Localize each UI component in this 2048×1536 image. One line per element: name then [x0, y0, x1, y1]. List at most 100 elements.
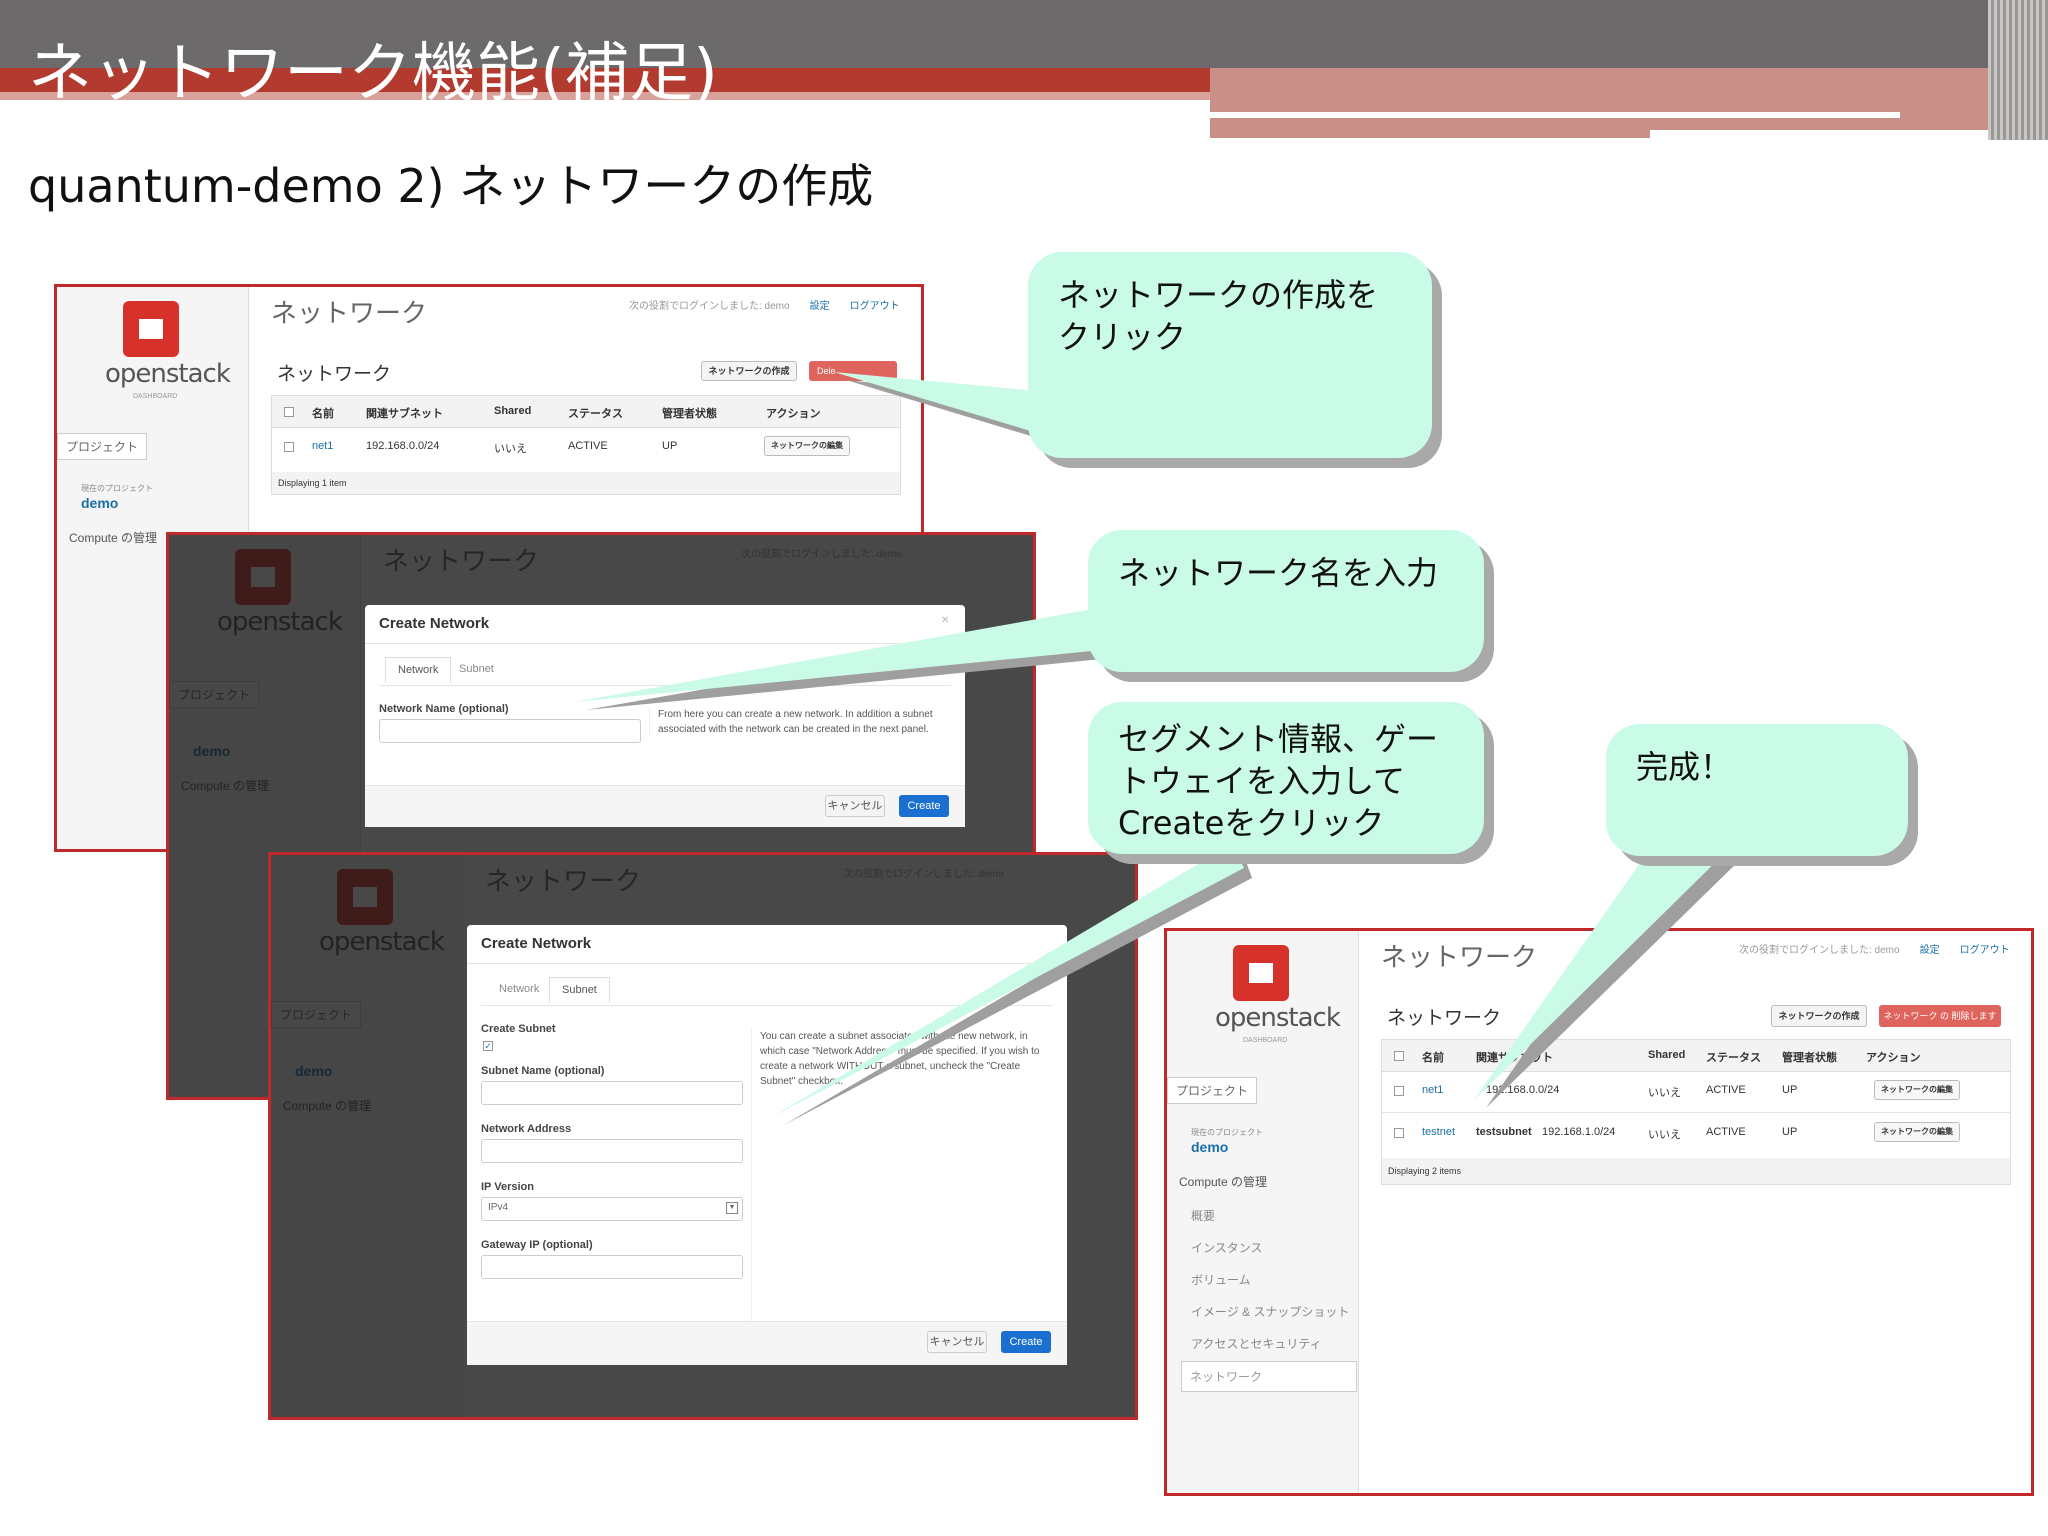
openstack-logo: openstack [1215, 1003, 1341, 1033]
col-status: ステータス [1706, 1052, 1761, 1064]
sidebar-item-overview[interactable]: 概要 [1191, 1207, 1215, 1224]
sidebar-item-access[interactable]: アクセスとセキュリティ [1191, 1335, 1322, 1352]
col-status: ステータス [568, 408, 623, 420]
tab-subnet[interactable]: Subnet [549, 977, 610, 1003]
logout-link[interactable]: ログアウト [1960, 945, 2010, 956]
header-stripes [1988, 0, 2048, 140]
row-name[interactable]: net1 [312, 440, 333, 452]
section-title: ネットワーク [1387, 1008, 1502, 1029]
tab-network[interactable]: Network [385, 657, 452, 683]
row-admin: UP [1782, 1126, 1798, 1138]
delete-network-button[interactable]: Dele [809, 361, 897, 381]
edit-network-button[interactable]: ネットワークの編集 [1874, 1122, 1960, 1142]
create-subnet-modal: Create Network Network Subnet Create Sub… [467, 925, 1067, 1365]
settings-link[interactable]: 設定 [1920, 945, 1940, 956]
network-table: 名前 関連サブネット Shared ステータス 管理者状態 アクション net1… [1381, 1039, 2011, 1185]
logout-link[interactable]: ログアウト [850, 301, 900, 312]
col-subnet: 関連サブネット [1476, 1052, 1553, 1064]
network-address-input[interactable] [481, 1139, 743, 1163]
row-name[interactable]: testnet [1422, 1126, 1455, 1138]
modal-title: Create Network [481, 935, 592, 952]
settings-link[interactable]: 設定 [810, 301, 830, 312]
sidebar-item-instances[interactable]: インスタンス [1191, 1239, 1263, 1256]
row-subnet: 192.168.0.0/24 [1486, 1084, 1560, 1096]
current-project-label: 現在のプロジェクト [1191, 1128, 1263, 1137]
slide-title: ネットワーク機能(補足) [28, 37, 718, 111]
project-tab[interactable]: プロジェクト [1167, 1077, 1258, 1104]
row-name[interactable]: net1 [1422, 1084, 1443, 1096]
table-footer: Displaying 2 items [1382, 1158, 2010, 1184]
current-project-label: 現在のプロジェクト [81, 484, 153, 493]
subnet-name-input[interactable] [481, 1081, 743, 1105]
section-title: ネットワーク [277, 364, 392, 385]
edit-network-button[interactable]: ネットワークの編集 [1874, 1080, 1960, 1100]
row-status: ACTIVE [1706, 1126, 1746, 1138]
ip-version-label: IP Version [481, 1181, 534, 1193]
compute-section: Compute の管理 [69, 531, 158, 545]
tab-subnet[interactable]: Subnet [447, 657, 506, 681]
tab-network[interactable]: Network [487, 977, 551, 1001]
callout-enter-name: ネットワーク名を入力 [1088, 530, 1484, 672]
sidebar-item-network[interactable]: ネットワーク [1181, 1361, 1357, 1392]
current-project[interactable]: demo [1191, 1139, 1228, 1155]
col-actions: アクション [766, 408, 821, 420]
modal-title: Create Network [379, 615, 490, 632]
gateway-input[interactable] [481, 1255, 743, 1279]
network-name-label: Network Name (optional) [379, 703, 509, 715]
select-all-checkbox[interactable] [1394, 1051, 1404, 1061]
delete-network-button[interactable]: ネットワーク の 削除します [1879, 1005, 2001, 1027]
cancel-button[interactable]: キャンセル [927, 1331, 987, 1353]
row-checkbox[interactable] [1394, 1128, 1404, 1138]
row-status: ACTIVE [568, 440, 608, 452]
callout-create-network: ネットワークの作成をクリック [1028, 252, 1432, 458]
sidebar-item-volumes[interactable]: ボリューム [1191, 1271, 1251, 1288]
callout-done: 完成！ [1606, 724, 1908, 856]
row-checkbox[interactable] [1394, 1086, 1404, 1096]
subnet-name-label: Subnet Name (optional) [481, 1065, 605, 1077]
col-subnet: 関連サブネット [366, 408, 443, 420]
project-tab[interactable]: プロジェクト [57, 433, 148, 460]
page-title: ネットワーク [271, 298, 428, 328]
row-checkbox[interactable] [284, 442, 294, 452]
edit-network-button[interactable]: ネットワークの編集 [764, 436, 850, 456]
row-subnet-name: testsubnet [1476, 1126, 1532, 1138]
gateway-label: Gateway IP (optional) [481, 1239, 593, 1251]
header-right-bar [1210, 68, 2048, 138]
col-actions: アクション [1866, 1052, 1921, 1064]
row-shared: いいえ [1648, 1087, 1681, 1099]
create-subnet-checkbox[interactable]: ✓ [483, 1041, 493, 1051]
subnet-help-text: You can create a subnet associated with … [751, 1029, 1051, 1329]
user-info: 次の役割でログインしました: demo 設定 ログアウト [629, 301, 900, 312]
sidebar-item-images[interactable]: イメージ & スナップショット [1191, 1303, 1349, 1320]
create-network-button[interactable]: ネットワークの作成 [701, 361, 797, 381]
col-name: 名前 [312, 408, 334, 420]
openstack-logo-icon [123, 301, 179, 357]
row-subnet: 192.168.0.0/24 [366, 440, 440, 452]
row-admin: UP [662, 440, 678, 452]
screenshot-create-subnet: openstack プロジェクト demo Compute の管理 ネットワーク… [268, 852, 1138, 1420]
row-admin: UP [1782, 1084, 1798, 1096]
select-all-checkbox[interactable] [284, 407, 294, 417]
row-shared: いいえ [1648, 1129, 1681, 1141]
table-footer: Displaying 1 item [272, 472, 900, 494]
ip-version-select[interactable]: IPv4 ▼ [481, 1197, 743, 1221]
network-name-input[interactable] [379, 719, 641, 743]
network-help-text: From here you can create a new network. … [649, 707, 949, 737]
row-status: ACTIVE [1706, 1084, 1746, 1096]
col-shared: Shared [1648, 1049, 1686, 1061]
create-button[interactable]: Create [1001, 1331, 1051, 1353]
callout-enter-subnet: セグメント情報、ゲートウェイを入力してCreateをクリック [1088, 702, 1484, 854]
create-network-modal: Create Network × Network Subnet Network … [365, 605, 965, 827]
user-info: 次の役割でログインしました: demo 設定 ログアウト [1739, 945, 2010, 956]
create-network-button[interactable]: ネットワークの作成 [1771, 1005, 1867, 1027]
col-shared: Shared [494, 405, 532, 417]
current-project[interactable]: demo [81, 495, 118, 511]
logo-subtitle: DASHBOARD [133, 393, 178, 400]
close-icon[interactable]: × [941, 611, 949, 627]
logo-subtitle: DASHBOARD [1243, 1037, 1288, 1044]
col-admin: 管理者状態 [662, 408, 717, 420]
col-name: 名前 [1422, 1052, 1444, 1064]
create-button[interactable]: Create [899, 795, 949, 817]
cancel-button[interactable]: キャンセル [825, 795, 885, 817]
row-shared: いいえ [494, 443, 527, 455]
